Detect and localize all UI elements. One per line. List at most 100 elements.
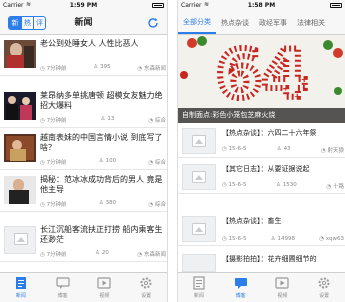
status-bar: Carrier ≋ 1:59 PM (0, 0, 167, 11)
news-item[interactable]: 越南表妹的中国言情小说 到底写了啥？ ◷ 7分钟前 ♙ 100 ◔ 综合 (0, 130, 167, 170)
tab-blog[interactable]: 博客 (220, 273, 262, 302)
play-icon (97, 277, 111, 289)
category-politics[interactable]: 政经军事 (254, 11, 292, 34)
clock-icon: ◷ 7分钟前 (40, 160, 67, 166)
news-source: 综合 (154, 118, 166, 124)
news-item[interactable]: 莱昂纳多单挑唐顿 超模女友魅力绝招大爆料 ◷ 7分钟前 ♙ 13 ◔ 综合 (0, 88, 167, 128)
image-placeholder-icon (192, 135, 206, 147)
news-thumbnail-placeholder (4, 226, 36, 254)
news-item[interactable]: 长江沉船客流扶正打捞 船内乘客生还渺茫 ◷ 7分钟前 ♙ 20 ◔ 东森新闻 (0, 222, 167, 262)
news-count: 100 (105, 158, 117, 164)
blog-title: 【热点杂谈】：畜生 (222, 217, 282, 225)
clock-icon: ◷ 15-6-5 (222, 182, 247, 188)
news-source: 综合 (154, 202, 166, 208)
tab-news[interactable]: 新闻 (178, 273, 220, 302)
blog-thumbnail-placeholder (182, 254, 216, 272)
blog-item[interactable]: 【热点杂谈】：六四二十六年祭 ◷ 15-6-5 ♙ 43 ◔ 射天狼 (178, 124, 345, 158)
featured-banner[interactable]: 64 自制面点:彩色小笼包芝麻火烧 (178, 35, 345, 123)
blog-thumbnail-placeholder (182, 216, 216, 242)
news-icon (15, 277, 26, 289)
author-icon: ◔ 十路 (326, 184, 344, 190)
refresh-icon[interactable] (146, 16, 160, 30)
news-meta: ◷ 7分钟前 ♙ 13 ◔ 综合 (40, 116, 166, 124)
gear-icon (140, 277, 152, 289)
tab-bar: 新闻 博客 视频 设置 (178, 272, 345, 302)
blog-count: 43 (283, 146, 291, 152)
image-placeholder-icon (14, 233, 28, 245)
reader-icon: ♙ 380 (98, 200, 117, 206)
blog-item[interactable]: 【摄影拍拍】：花卉细圃细节的 (178, 250, 345, 272)
news-time: 7分钟前 (46, 202, 67, 208)
source-icon: ◔ 综合 (148, 202, 166, 208)
news-item[interactable]: 揭秘：范冰冰成功背后的男人 竟是他主导 ◷ 7分钟前 ♙ 380 ◔ 综合 (0, 172, 167, 212)
chat-bubble-icon (56, 277, 70, 289)
source-icon: ◔ 综合 (148, 118, 166, 124)
news-thumbnail (4, 92, 36, 120)
reader-icon: ♙ 43 (276, 146, 291, 152)
reader-icon: ♙ 20 (95, 250, 109, 256)
blog-count: 14998 (277, 236, 295, 242)
tab-label: 设置 (319, 293, 330, 299)
news-meta: ◷ 7分钟前 ♙ 20 ◔ 东森新闻 (40, 250, 166, 258)
nav-bar: 新 热 评 新闻 (0, 11, 167, 35)
blog-item[interactable]: 【其它日志】：从要证据说起 ◷ 15-6-5 ♙ 1530 ◔ 十路 (178, 160, 345, 194)
news-title: 揭秘：范冰冰成功背后的男人 竟是他主导 (40, 175, 163, 194)
featured-caption-text: 自制面点:彩色小笼包芝麻火烧 (182, 111, 276, 119)
news-source: 综合 (154, 160, 166, 166)
news-screen: Carrier ≋ 1:59 PM 新 热 评 新闻 老公到处睡女人 人性比恶人… (0, 0, 168, 302)
source-icon: ◔ 东森新闻 (137, 66, 166, 72)
news-thumbnail (4, 134, 36, 162)
blog-item[interactable]: 【热点杂谈】：畜生 ◷ 15-6-5 ♙ 14998 ◔ xqw63 (178, 212, 345, 246)
tab-label: 博客 (57, 293, 68, 299)
featured-image-digits: 64 (216, 36, 308, 113)
source-icon: ◔ 东森新闻 (137, 252, 166, 258)
tab-label: 视频 (99, 293, 110, 299)
news-source: 东森新闻 (143, 252, 166, 258)
blog-meta: ◷ 15-6-5 ♙ 43 ◔ 射天狼 (222, 146, 344, 154)
news-title: 老公到处睡女人 人性比恶人 (40, 39, 139, 48)
blog-meta: ◷ 15-6-5 ♙ 14998 ◔ xqw63 (222, 236, 344, 242)
blog-title: 【热点杂谈】：六四二十六年祭 (222, 129, 317, 137)
news-count: 380 (105, 200, 117, 206)
category-hot[interactable]: 热点杂谈 (216, 11, 254, 34)
play-icon (275, 277, 289, 289)
news-title: 莱昂纳多单挑唐顿 超模女友魅力绝招大爆料 (40, 91, 163, 110)
news-time: 7分钟前 (46, 252, 67, 258)
blog-thumbnail-placeholder (182, 164, 216, 190)
clock: 1:58 PM (247, 2, 276, 9)
gear-icon (318, 277, 330, 289)
battery-icon (330, 3, 342, 8)
tab-video[interactable]: 视频 (84, 273, 126, 302)
news-time: 7分钟前 (46, 160, 67, 166)
clock-icon: ◷ 15-6-5 (222, 146, 247, 152)
reader-icon: ♙ 13 (100, 116, 115, 122)
battery-icon (152, 3, 164, 8)
tab-label: 新闻 (15, 293, 26, 299)
news-count: 20 (101, 250, 109, 256)
category-law[interactable]: 法律相关 (292, 11, 330, 34)
blog-meta: ◷ 15-6-5 ♙ 1530 ◔ 十路 (222, 182, 344, 190)
tab-video[interactable]: 视频 (262, 273, 304, 302)
news-count: 13 (107, 116, 115, 122)
author-icon: ◔ xqw63 (319, 236, 344, 242)
tab-blog[interactable]: 博客 (42, 273, 84, 302)
blog-author: xqw63 (325, 236, 344, 242)
image-placeholder-icon (192, 223, 206, 235)
news-thumbnail (4, 176, 36, 204)
clock: 1:59 PM (69, 2, 98, 9)
tab-news[interactable]: 新闻 (0, 273, 42, 302)
reader-icon: ♙ 100 (98, 158, 117, 164)
tab-settings[interactable]: 设置 (303, 273, 345, 302)
clock-icon: ◷ 7分钟前 (40, 202, 67, 208)
chat-bubble-icon (234, 278, 247, 289)
blog-date: 15-6-5 (228, 182, 247, 188)
category-all[interactable]: 全部分类 (178, 11, 216, 34)
reader-icon: ♙ 395 (93, 64, 111, 70)
news-meta: ◷ 7分钟前 ♙ 395 ◔ 东森新闻 (40, 64, 166, 72)
source-icon: ◔ 综合 (148, 160, 166, 166)
tab-settings[interactable]: 设置 (125, 273, 167, 302)
news-item[interactable]: 老公到处睡女人 人性比恶人 ◷ 7分钟前 ♙ 395 ◔ 东森新闻 (0, 36, 167, 76)
blog-title: 【摄影拍拍】：花卉细圃细节的 (222, 255, 317, 263)
reader-icon: ♙ 14998 (270, 236, 295, 242)
news-meta: ◷ 7分钟前 ♙ 100 ◔ 综合 (40, 158, 166, 166)
